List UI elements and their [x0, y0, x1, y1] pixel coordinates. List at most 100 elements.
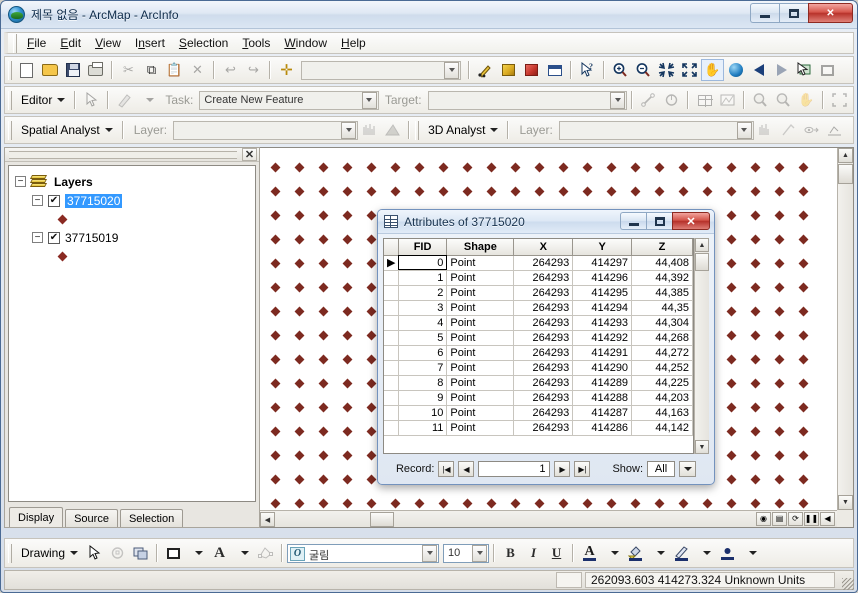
menu-window[interactable]: Window	[277, 34, 334, 52]
pan-edit-icon[interactable]: ✋	[795, 89, 818, 111]
map-point-feature[interactable]	[702, 186, 713, 197]
map-point-feature[interactable]	[294, 402, 305, 413]
map-point-feature[interactable]	[270, 402, 281, 413]
cell-x[interactable]: 264293	[513, 300, 574, 316]
map-point-feature[interactable]	[438, 498, 449, 509]
map-point-feature[interactable]	[270, 378, 281, 389]
previous-record-button[interactable]: ◀	[458, 461, 475, 477]
task-combo[interactable]: Create New Feature	[199, 90, 379, 110]
expander-icon[interactable]: −	[15, 176, 26, 187]
cell-x[interactable]: 264293	[513, 255, 574, 271]
vertical-scroll-thumb[interactable]	[838, 164, 853, 184]
marker-color-dropdown-arrow[interactable]	[739, 542, 762, 564]
map-point-feature[interactable]	[798, 162, 809, 173]
fixed-zoom-out-icon[interactable]	[678, 59, 701, 81]
menu-help[interactable]: Help	[334, 34, 373, 52]
pan-icon[interactable]: ✋	[701, 59, 724, 81]
table-row[interactable]: 3 Point 264293 414294 44,35	[384, 300, 693, 316]
map-point-feature[interactable]	[342, 330, 353, 341]
row-selector-cell[interactable]	[384, 360, 399, 376]
map-point-feature[interactable]	[366, 282, 377, 293]
clear-selection-icon[interactable]	[816, 59, 839, 81]
cell-shape[interactable]: Point	[446, 405, 515, 421]
map-point-feature[interactable]	[390, 162, 401, 173]
column-header-z[interactable]: Z	[631, 239, 693, 256]
map-point-feature[interactable]	[678, 498, 689, 509]
next-record-button[interactable]: ▶	[554, 461, 571, 477]
map-point-feature[interactable]	[294, 378, 305, 389]
toc-close-button[interactable]: ✕	[242, 148, 257, 161]
map-point-feature[interactable]	[342, 210, 353, 221]
map-point-feature[interactable]	[726, 330, 737, 341]
map-point-feature[interactable]	[294, 258, 305, 269]
map-point-feature[interactable]	[750, 426, 761, 437]
show-filter-value[interactable]: All	[647, 461, 676, 477]
layer-visibility-checkbox[interactable]: ✔	[48, 231, 60, 244]
sketch-properties-icon[interactable]	[716, 89, 739, 111]
dialog-minimize-button[interactable]	[620, 212, 646, 230]
map-point-feature[interactable]	[438, 162, 449, 173]
map-point-feature[interactable]	[750, 210, 761, 221]
map-point-feature[interactable]	[342, 450, 353, 461]
zoom-out-icon[interactable]	[632, 59, 655, 81]
copy-icon[interactable]: ⧉	[140, 59, 163, 81]
map-point-feature[interactable]	[798, 402, 809, 413]
map-point-feature[interactable]	[534, 498, 545, 509]
map-point-feature[interactable]	[726, 450, 737, 461]
map-point-feature[interactable]	[726, 258, 737, 269]
table-row[interactable]: ▶ 0 Point 264293 414297 44,408	[384, 255, 693, 271]
3d-layer-dropdown-arrow[interactable]	[736, 121, 752, 139]
menu-view[interactable]: View	[88, 34, 128, 52]
map-point-feature[interactable]	[750, 450, 761, 461]
toc-layer-37715020[interactable]: − ✔ 37715020	[15, 191, 255, 210]
cell-fid[interactable]: 9	[398, 390, 448, 406]
map-point-feature[interactable]	[726, 210, 737, 221]
map-point-feature[interactable]	[630, 498, 641, 509]
map-point-feature[interactable]	[750, 402, 761, 413]
cell-x[interactable]: 264293	[513, 330, 574, 346]
map-point-feature[interactable]	[366, 330, 377, 341]
cell-shape[interactable]: Point	[446, 315, 515, 331]
map-point-feature[interactable]	[654, 162, 665, 173]
interpolate-line-icon[interactable]	[777, 119, 800, 141]
italic-button[interactable]: I	[522, 542, 545, 564]
map-point-feature[interactable]	[726, 402, 737, 413]
row-selector-cell[interactable]	[384, 375, 399, 391]
cell-x[interactable]: 264293	[513, 390, 574, 406]
map-point-feature[interactable]	[438, 186, 449, 197]
menu-file[interactable]: File	[20, 34, 53, 52]
map-point-feature[interactable]	[366, 498, 377, 509]
cell-fid[interactable]: 0	[398, 255, 448, 271]
layout-view-button[interactable]: ▤	[772, 511, 787, 526]
3d-analyst-menu-button[interactable]: 3D Analyst	[422, 123, 503, 137]
map-point-feature[interactable]	[774, 402, 785, 413]
maximize-button[interactable]	[779, 3, 808, 23]
map-point-feature[interactable]	[342, 186, 353, 197]
map-point-feature[interactable]	[774, 330, 785, 341]
map-point-feature[interactable]	[294, 282, 305, 293]
map-point-feature[interactable]	[750, 162, 761, 173]
cell-x[interactable]: 264293	[513, 345, 574, 361]
map-point-feature[interactable]	[606, 162, 617, 173]
map-point-feature[interactable]	[270, 162, 281, 173]
map-point-feature[interactable]	[318, 474, 329, 485]
map-point-feature[interactable]	[270, 474, 281, 485]
map-point-feature[interactable]	[294, 426, 305, 437]
table-row[interactable]: 5 Point 264293 414292 44,268	[384, 330, 693, 346]
table-row[interactable]: 10 Point 264293 414287 44,163	[384, 405, 693, 421]
rotate-element-icon[interactable]	[106, 542, 129, 564]
map-scale-dropdown-arrow[interactable]	[444, 61, 459, 79]
cell-y[interactable]: 414288	[572, 390, 633, 406]
map-point-feature[interactable]	[678, 186, 689, 197]
row-selector-cell[interactable]	[384, 390, 399, 406]
layer-visibility-checkbox[interactable]: ✔	[48, 194, 60, 207]
fill-color-icon[interactable]	[162, 542, 185, 564]
map-point-feature[interactable]	[366, 426, 377, 437]
map-point-feature[interactable]	[726, 426, 737, 437]
delete-icon[interactable]: ✕	[186, 59, 209, 81]
cell-y[interactable]: 414293	[572, 315, 633, 331]
map-point-feature[interactable]	[582, 162, 593, 173]
map-point-feature[interactable]	[318, 378, 329, 389]
cell-y[interactable]: 414287	[572, 405, 633, 421]
map-point-feature[interactable]	[534, 186, 545, 197]
